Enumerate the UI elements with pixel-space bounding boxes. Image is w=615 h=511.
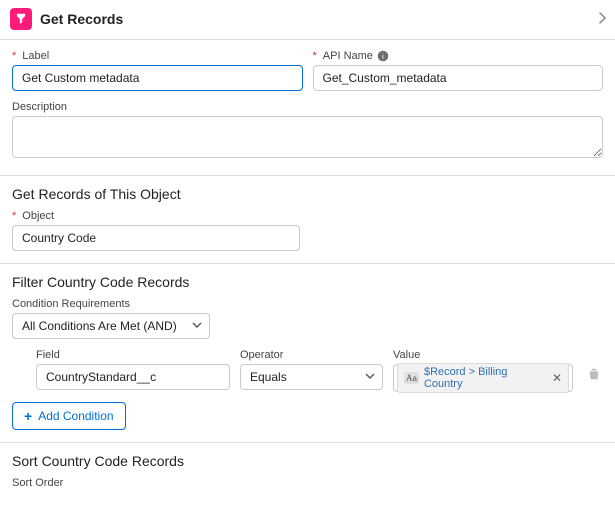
section-object: Get Records of This Object Object (0, 175, 615, 263)
object-label: Object (12, 210, 603, 222)
section-object-title: Get Records of This Object (12, 186, 603, 202)
add-condition-button[interactable]: + Add Condition (12, 402, 126, 430)
section-filter-title: Filter Country Code Records (12, 274, 603, 290)
value-label: Value (393, 349, 573, 361)
panel-title: Get Records (40, 11, 599, 27)
sort-order-label: Sort Order (12, 477, 603, 489)
field-label: Field (36, 349, 230, 361)
condition-requirements-label: Condition Requirements (12, 298, 603, 310)
object-input[interactable] (12, 225, 300, 251)
operator-label: Operator (240, 349, 383, 361)
description-label: Description (12, 101, 603, 113)
section-sort: Sort Country Code Records Sort Order (0, 442, 615, 489)
section-sort-title: Sort Country Code Records (12, 453, 603, 469)
description-input[interactable] (12, 116, 603, 158)
api-name-input[interactable] (313, 65, 604, 91)
filter-condition-row: Field Operator Equals Value Aa $Record >… (12, 349, 603, 392)
section-basics: Label API Name i Description (0, 40, 615, 175)
section-filter: Filter Country Code Records Condition Re… (0, 263, 615, 442)
value-input[interactable]: Aa $Record > Billing Country ✕ (393, 364, 573, 392)
label-label: Label (12, 50, 303, 62)
panel-header: Get Records (0, 0, 615, 40)
text-type-icon: Aa (404, 372, 419, 384)
condition-requirements-select[interactable]: All Conditions Are Met (AND) (12, 313, 210, 339)
field-input[interactable] (36, 364, 230, 390)
value-chip[interactable]: Aa $Record > Billing Country ✕ (397, 363, 569, 393)
plus-icon: + (24, 408, 32, 424)
remove-chip-icon[interactable]: ✕ (552, 372, 562, 384)
chevron-right-icon[interactable] (599, 11, 607, 27)
delete-condition-icon[interactable] (587, 367, 601, 386)
api-name-label: API Name i (313, 50, 604, 62)
label-input[interactable] (12, 65, 303, 91)
get-records-icon (10, 8, 32, 30)
operator-select[interactable]: Equals (240, 364, 383, 390)
info-icon[interactable]: i (377, 50, 389, 62)
